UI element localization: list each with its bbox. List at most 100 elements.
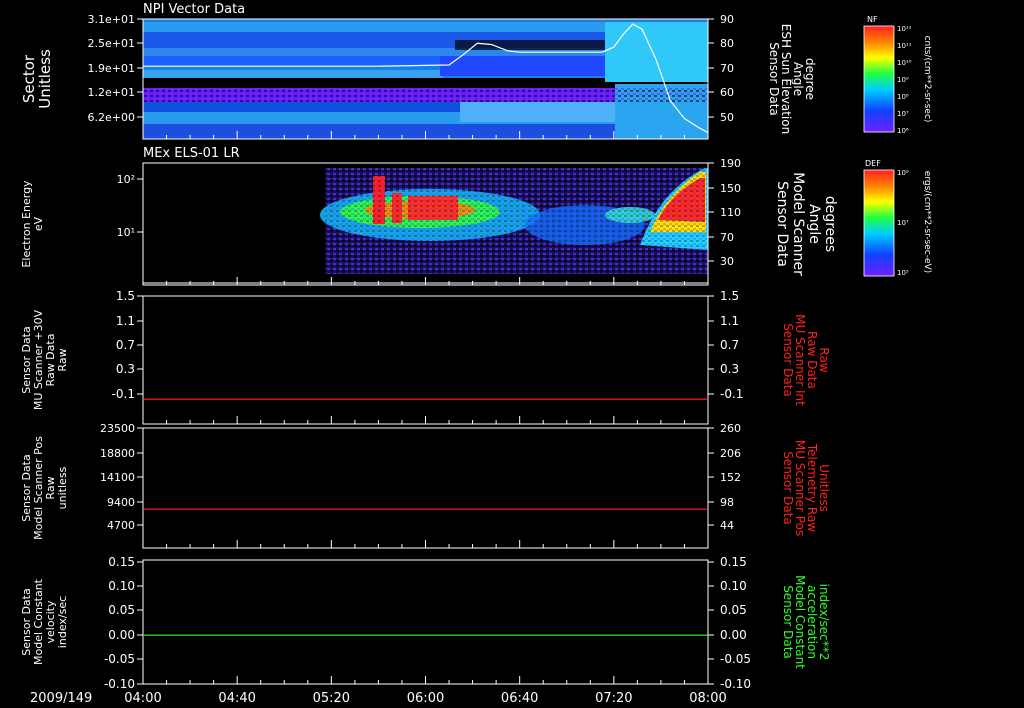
data-plot-canvas: NPI Vector Data MEx ELS-01 LR 3.1e+012.5… — [20, 2, 932, 706]
colorbar-unit-label: cnts/(cm**2-sr-sec) — [922, 36, 932, 123]
right-tick-label: 0.15 — [720, 555, 747, 569]
right-tick-label: 1.5 — [720, 289, 739, 303]
right-axis-label-line: acceleration — [805, 585, 819, 659]
model-constant-frame — [142, 559, 709, 685]
right-tick-label: 190 — [720, 157, 741, 170]
right-tick-label: 206 — [720, 447, 741, 460]
time-tick-label: 07:20 — [595, 691, 632, 706]
left-axis-label-line: eV — [32, 216, 45, 231]
colorbar-tick-label: 10⁹ — [897, 76, 909, 84]
panel-title-npi: NPI Vector Data — [143, 2, 245, 17]
mu-scanner-frame — [142, 295, 709, 425]
right-axis-label-line: Unitless — [817, 464, 831, 512]
left-tick-label: -0.05 — [104, 652, 135, 666]
left-tick-label: 10² — [117, 173, 135, 186]
right-tick-label: 0.00 — [720, 628, 747, 642]
colorbar-tick-label: 10⁸ — [897, 93, 909, 101]
right-axis-label-line: Sensor Data — [774, 181, 790, 267]
left-tick-label: 23500 — [100, 422, 135, 435]
right-axis-label-line: Sensor Data — [767, 42, 781, 116]
left-tick-label: 0.3 — [116, 362, 135, 376]
left-tick-label: -0.1 — [112, 387, 135, 401]
right-axis-label-line: degree — [803, 58, 817, 100]
time-tick-label: 06:40 — [501, 691, 538, 706]
colorbar-unit-label: ergs/(cm**2-sr-sec-eV) — [922, 171, 932, 273]
left-tick-label: 18800 — [100, 447, 135, 460]
panel-model-constant — [142, 559, 709, 685]
time-tick-label: 06:00 — [407, 691, 444, 706]
right-tick-label: 260 — [720, 422, 741, 435]
right-tick-label: 44 — [720, 519, 734, 532]
left-tick-label: 0.05 — [108, 603, 135, 617]
left-tick-label: 1.2e+01 — [88, 86, 135, 99]
right-axis-label-line: MU Scanner Int — [793, 314, 807, 406]
right-tick-label: 152 — [720, 471, 741, 484]
right-tick-label: -0.05 — [720, 652, 751, 666]
left-tick-label: 1.1 — [116, 314, 135, 328]
colorbar-nf-gradient — [863, 25, 895, 133]
right-axis-label-line: Angle — [806, 204, 822, 244]
right-tick-label: 0.7 — [720, 338, 739, 352]
colorbar-tick-label: 10⁷ — [897, 219, 909, 227]
colorbar-tick-label: 10⁶ — [897, 127, 909, 135]
right-tick-label: 98 — [720, 496, 734, 509]
right-tick-label: 0.10 — [720, 579, 747, 593]
left-axis-label-line: unitless — [56, 466, 69, 509]
right-tick-label: 60 — [720, 86, 734, 99]
right-tick-label: 30 — [720, 255, 734, 268]
left-axis-label-line: Unitless — [36, 49, 54, 109]
time-tick-label: 05:20 — [313, 691, 350, 706]
right-tick-label: -0.10 — [720, 677, 751, 691]
colorbar-tick-label: 10⁷ — [897, 110, 909, 118]
left-tick-label: 0.00 — [108, 628, 135, 642]
left-tick-label: 6.2e+00 — [88, 111, 135, 124]
right-tick-label: 90 — [720, 13, 734, 26]
right-axis-label-line: index/sec**2 — [817, 584, 831, 661]
right-axis-label-line: Raw Data — [805, 331, 819, 389]
right-axis-label-line: degrees — [822, 196, 838, 252]
right-tick-label: 50 — [720, 111, 734, 124]
right-tick-label: 110 — [720, 206, 741, 219]
right-tick-label: 70 — [720, 62, 734, 75]
panel-npi-vector-data: NPI Vector Data — [142, 2, 709, 140]
left-tick-label: 4700 — [107, 519, 135, 532]
panel-mu-scanner — [142, 295, 709, 425]
left-tick-label: 0.7 — [116, 338, 135, 352]
colorbar-ticks: 10¹² 10¹¹ 10¹⁰ 10⁹ 10⁸ 10⁷ 10⁶ cnts/(cm**2-sr-s… — [897, 25, 932, 277]
els-heatmap-blobs — [320, 168, 708, 274]
left-tick-label: 2.5e+01 — [88, 37, 135, 50]
right-tick-label: 0.3 — [720, 362, 739, 376]
right-axis-label-line: Sensor Data — [781, 451, 795, 525]
npi-heatmap-bands — [143, 19, 708, 139]
right-axis-label-line: ESH Sun Elevation — [779, 24, 793, 134]
colorbar-def: DEF — [863, 159, 895, 277]
colorbar-tick-label: 10⁹ — [897, 169, 909, 177]
colorbar-nf: NF — [863, 15, 895, 133]
time-tick-label: 08:00 — [689, 691, 726, 706]
left-tick-label: 1.9e+01 — [88, 62, 135, 75]
right-tick-label: 80 — [720, 37, 734, 50]
left-tick-label: 9400 — [107, 496, 135, 509]
right-tick-label: 70 — [720, 231, 734, 244]
colorbar-tick-label: 10¹² — [897, 25, 912, 33]
right-axis-label-line: Sensor Data — [781, 323, 795, 397]
colorbar-tick-label: 10¹¹ — [897, 42, 912, 50]
time-tick-label: 04:40 — [218, 691, 255, 706]
left-axis-label-line: index/sec — [56, 596, 69, 648]
right-axis-label-line: Angle — [791, 62, 805, 96]
right-axis-label-line: Model Scanner — [790, 172, 806, 276]
time-tick-label: 04:00 — [124, 691, 161, 706]
colorbar-def-tag: DEF — [865, 159, 881, 168]
panel-els: MEx ELS-01 LR — [142, 146, 709, 286]
left-tick-label: 0.10 — [108, 579, 135, 593]
right-tick-label: 1.1 — [720, 314, 739, 328]
left-axis-label-line: Raw — [56, 348, 69, 371]
right-tick-label: 0.05 — [720, 603, 747, 617]
colorbar-nf-tag: NF — [867, 15, 878, 24]
left-tick-label: 14100 — [100, 471, 135, 484]
right-tick-label: -0.1 — [720, 387, 743, 401]
date-label: 2009/149 — [30, 691, 92, 706]
right-axis-label-line: Raw — [817, 347, 831, 372]
right-axis-label-line: MU Scanner Pos — [793, 440, 807, 536]
scanner-pos-frame — [142, 427, 709, 549]
